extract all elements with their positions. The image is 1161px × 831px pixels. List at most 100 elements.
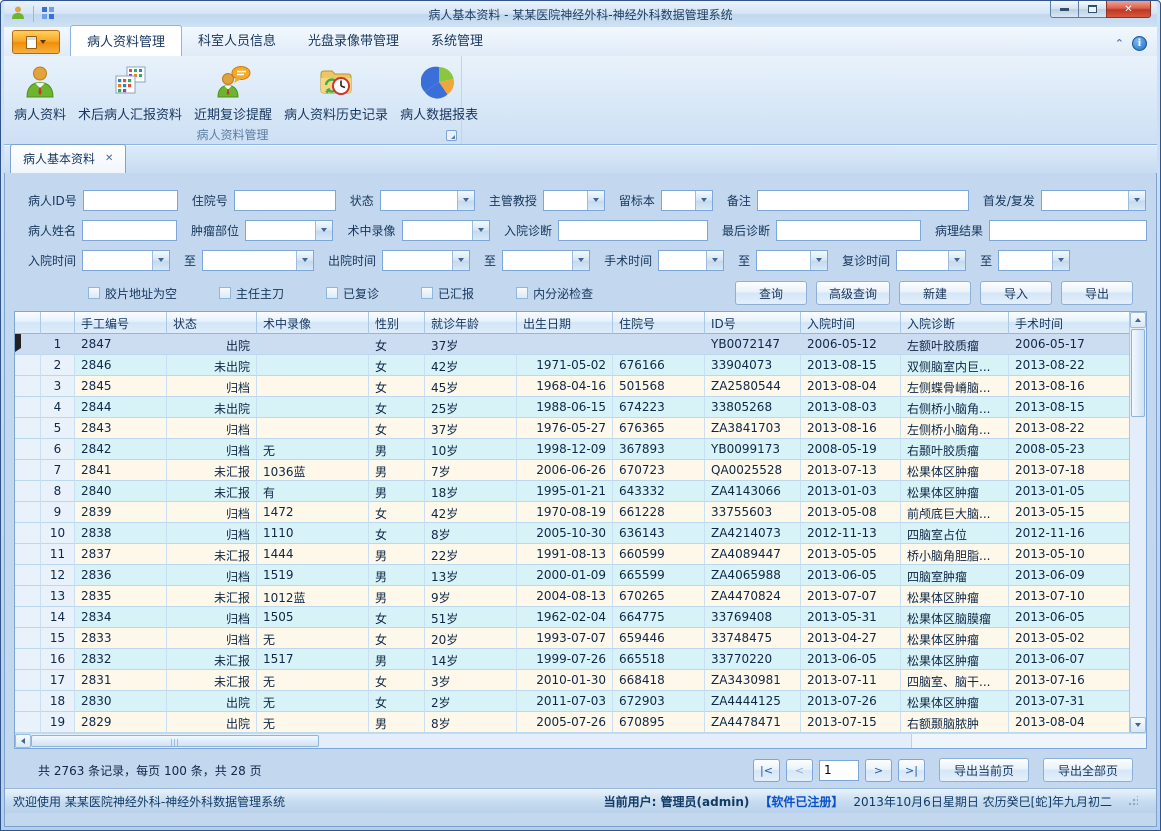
prev-page-button[interactable]: < [786,759,813,782]
search-combo[interactable] [543,190,605,211]
table-row[interactable]: 112837未汇报1444男22岁1991-08-13660599ZA40894… [15,544,1129,565]
action-button[interactable]: 导出 [1061,281,1133,305]
resize-grip-icon[interactable] [1128,796,1138,806]
tab-patient-basic-info[interactable]: 病人基本资料 ✕ [10,144,126,173]
filter-checkbox[interactable]: 已汇报 [421,285,474,302]
search-combo[interactable] [1041,190,1146,211]
dropdown-arrow-icon[interactable] [1052,251,1069,270]
search-combo[interactable] [756,250,828,271]
table-row[interactable]: 22846未出院女42岁1971-05-02676166339040732013… [15,355,1129,376]
dropdown-arrow-icon[interactable] [296,251,313,270]
layout-icon[interactable] [41,6,55,23]
table-row[interactable]: 12847出院女37岁YB00721472006-05-12左额叶胶质瘤2006… [15,334,1129,355]
ribbon-tab[interactable]: 系统管理 [415,25,499,56]
ribbon-button[interactable]: 近期复诊提醒 [188,60,278,126]
vertical-scroll-track[interactable] [1130,418,1146,717]
tab-close-icon[interactable]: ✕ [105,153,113,164]
app-menu-button[interactable] [12,30,60,54]
search-combo[interactable] [82,250,170,271]
export-all-pages-button[interactable]: 导出全部页 [1043,758,1133,782]
last-page-button[interactable]: >| [898,759,925,782]
registration-status-link[interactable]: 【软件已注册】 [759,793,843,810]
ribbon-tab[interactable]: 光盘录像带管理 [292,25,415,56]
column-header[interactable] [41,312,75,334]
dropdown-arrow-icon[interactable] [948,251,965,270]
search-input[interactable] [83,190,178,211]
ribbon-button[interactable]: 病人资料历史记录 [278,60,394,126]
dropdown-arrow-icon[interactable] [706,251,723,270]
dropdown-arrow-icon[interactable] [1128,191,1145,210]
dropdown-arrow-icon[interactable] [152,251,169,270]
dropdown-arrow-icon[interactable] [457,191,474,210]
table-row[interactable]: 162832未汇报1517男14岁1999-07-266655183377022… [15,649,1129,670]
table-row[interactable]: 152833归档无女20岁1993-07-0765944633748475201… [15,628,1129,649]
info-icon[interactable]: i [1132,36,1147,51]
table-row[interactable]: 192829出院无男8岁2005-07-26670895ZA4478471201… [15,712,1129,733]
dropdown-arrow-icon[interactable] [587,191,604,210]
table-row[interactable]: 172831未汇报无女3岁2010-01-30668418ZA343098120… [15,670,1129,691]
table-row[interactable]: 72841未汇报1036蓝男7岁2006-06-26670723QA002552… [15,460,1129,481]
table-row[interactable]: 122836归档1519男13岁2000-01-09665599ZA406598… [15,565,1129,586]
scroll-up-icon[interactable] [1130,312,1146,328]
table-row[interactable]: 52843归档女37岁1976-05-27676365ZA38417032013… [15,418,1129,439]
vertical-scroll-thumb[interactable] [1131,329,1145,417]
column-header[interactable]: 手术时间 [1009,312,1129,334]
search-input[interactable] [989,220,1147,241]
dropdown-arrow-icon[interactable] [452,251,469,270]
action-button[interactable]: 高级查询 [816,281,890,305]
search-combo[interactable] [202,250,314,271]
action-button[interactable]: 导入 [980,281,1052,305]
ribbon-button[interactable]: 病人资料 [8,60,72,126]
action-button[interactable]: 新建 [899,281,971,305]
search-combo[interactable] [380,190,475,211]
export-current-page-button[interactable]: 导出当前页 [939,758,1029,782]
table-row[interactable]: 32845归档女45岁1968-04-16501568ZA25805442013… [15,376,1129,397]
first-page-button[interactable]: |< [753,759,780,782]
minimize-button[interactable] [1050,1,1079,18]
column-header[interactable]: 状态 [167,312,257,334]
next-page-button[interactable]: > [865,759,892,782]
ribbon-button[interactable]: 术后病人汇报资料 [72,60,188,126]
dropdown-arrow-icon[interactable] [315,221,332,240]
table-row[interactable]: 82840未汇报有男18岁1995-01-21643332ZA414306620… [15,481,1129,502]
horizontal-scroll-track[interactable] [15,734,912,748]
column-header[interactable]: 入院时间 [801,312,901,334]
collapse-ribbon-icon[interactable]: ⌃ [1115,37,1124,50]
search-combo[interactable] [661,190,713,211]
table-row[interactable]: 92839归档1472女42岁1970-08-19661228337556032… [15,502,1129,523]
horizontal-scrollbar[interactable] [15,733,1146,748]
filter-checkbox[interactable]: 已复诊 [326,285,379,302]
search-combo[interactable] [502,250,590,271]
search-combo[interactable] [998,250,1070,271]
filter-checkbox[interactable]: 胶片地址为空 [88,285,177,302]
column-header[interactable]: 就诊年龄 [425,312,517,334]
ribbon-tab[interactable]: 科室人员信息 [182,25,292,56]
search-input[interactable] [558,220,708,241]
filter-checkbox[interactable]: 主任主刀 [219,285,284,302]
horizontal-scroll-thumb[interactable] [31,735,319,747]
search-input[interactable] [234,190,336,211]
close-button[interactable]: ✕ [1106,1,1151,18]
scroll-left-icon[interactable] [15,734,31,748]
table-row[interactable]: 102838归档1110女8岁2005-10-30636143ZA4214073… [15,523,1129,544]
table-row[interactable]: 62842归档无男10岁1998-12-09367893YB0099173200… [15,439,1129,460]
dropdown-arrow-icon[interactable] [810,251,827,270]
app-logo-person-icon[interactable] [10,5,26,24]
search-combo[interactable] [896,250,966,271]
table-row[interactable]: 132835未汇报1012蓝男9岁2004-08-13670265ZA44708… [15,586,1129,607]
search-combo[interactable] [245,220,333,241]
column-header[interactable]: 出生日期 [517,312,613,334]
action-button[interactable]: 查询 [735,281,807,305]
search-combo[interactable] [382,250,470,271]
dropdown-arrow-icon[interactable] [472,221,489,240]
vertical-scrollbar[interactable] [1129,312,1146,733]
table-row[interactable]: 42844未出院女25岁1988-06-15674223338052682013… [15,397,1129,418]
search-input[interactable] [776,220,921,241]
dropdown-arrow-icon[interactable] [695,191,712,210]
column-header[interactable]: 住院号 [613,312,705,334]
column-header[interactable] [15,312,41,334]
column-header[interactable]: 性别 [369,312,425,334]
column-header[interactable]: 术中录像 [257,312,369,334]
search-combo[interactable] [658,250,724,271]
maximize-button[interactable] [1079,1,1106,18]
